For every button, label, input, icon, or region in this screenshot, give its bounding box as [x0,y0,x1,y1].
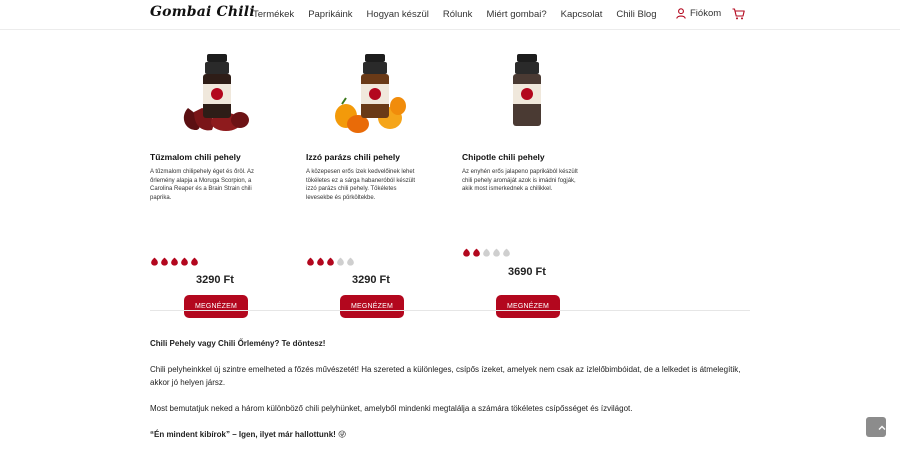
chili-filled-icon [317,257,324,266]
view-product-button[interactable]: MEGNÉZEM [184,295,248,318]
nav-link-kapcsolat[interactable]: Kapcsolat [561,9,603,20]
product-image[interactable] [150,50,280,140]
product-card-chipotle: Chipotle chili pehely Az enyhén erős jal… [462,50,592,318]
chili-filled-icon [161,257,168,266]
nav-link-miert-gombai[interactable]: Miért gombai? [486,9,546,20]
section-divider [150,310,750,311]
product-description: A tűzmalom chilipehely éget és őröl. Az … [150,169,255,201]
product-price: 3290 Ft [196,274,234,286]
heat-rating [462,248,511,257]
nav-link-paprikaink[interactable]: Paprikáink [308,9,352,20]
view-product-button[interactable]: MEGNÉZEM [496,295,560,318]
article-paragraph: Most bemutatjuk neked a három különböző … [150,404,633,413]
chili-empty-icon [483,248,490,257]
article-quote: “Én mindent kibírok” – Igen, ilyet már h… [150,430,347,439]
chili-filled-icon [463,248,470,257]
nav-link-hogyan-keszul[interactable]: Hogyan készül [367,9,429,20]
cart-icon [732,8,745,20]
chili-filled-icon [191,257,198,266]
product-price: 3290 Ft [352,274,390,286]
account-label: Fiókom [690,8,722,19]
chili-empty-icon [503,248,510,257]
main-nav: Termékek Paprikáink Hogyan készül Rólunk… [253,9,671,20]
chili-empty-icon [493,248,500,257]
product-card-izzo-parazs: Izzó parázs chili pehely A közepesen erő… [306,50,436,318]
site-logo[interactable]: Gombai Chili [150,4,255,20]
nav-link-chili-blog[interactable]: Chili Blog [616,9,656,20]
heat-rating [306,257,355,266]
top-navigation-bar: Gombai Chili Termékek Paprikáink Hogyan … [0,0,900,30]
chili-filled-icon [171,257,178,266]
product-title[interactable]: Tűzmalom chili pehely [150,152,241,162]
product-image[interactable] [462,50,592,140]
article-heading: Chili Pehely vagy Chili Őrlemény? Te dön… [150,339,326,348]
nav-link-rolunk[interactable]: Rólunk [443,9,473,20]
product-description: Az enyhén erős jalapeno paprikából készü… [462,169,578,193]
product-description: A közepesen erős ízek kedvelőinek lehet … [306,169,416,201]
chili-filled-icon [181,257,188,266]
view-product-button[interactable]: MEGNÉZEM [340,295,404,318]
chili-empty-icon [347,257,354,266]
scroll-to-top-button[interactable] [866,417,886,437]
account-link[interactable]: Fiókom [676,8,721,19]
chili-empty-icon [337,257,344,266]
chili-filled-icon [473,248,480,257]
heat-rating [150,257,199,266]
chevron-up-icon [878,425,886,430]
chili-filled-icon [307,257,314,266]
cart-button[interactable] [732,7,745,25]
article-paragraph: Chili pelyheinkkel új szintre emelheted … [150,365,741,387]
user-icon [676,8,686,19]
chili-filled-icon [151,257,158,266]
product-title[interactable]: Chipotle chili pehely [462,152,545,162]
nav-link-termekek[interactable]: Termékek [253,9,294,20]
product-card-tuzmalom: Tűzmalom chili pehely A tűzmalom chilipe… [150,50,280,318]
product-image[interactable] [306,50,436,140]
chili-filled-icon [327,257,334,266]
product-price: 3690 Ft [508,266,546,278]
product-title[interactable]: Izzó parázs chili pehely [306,152,400,162]
